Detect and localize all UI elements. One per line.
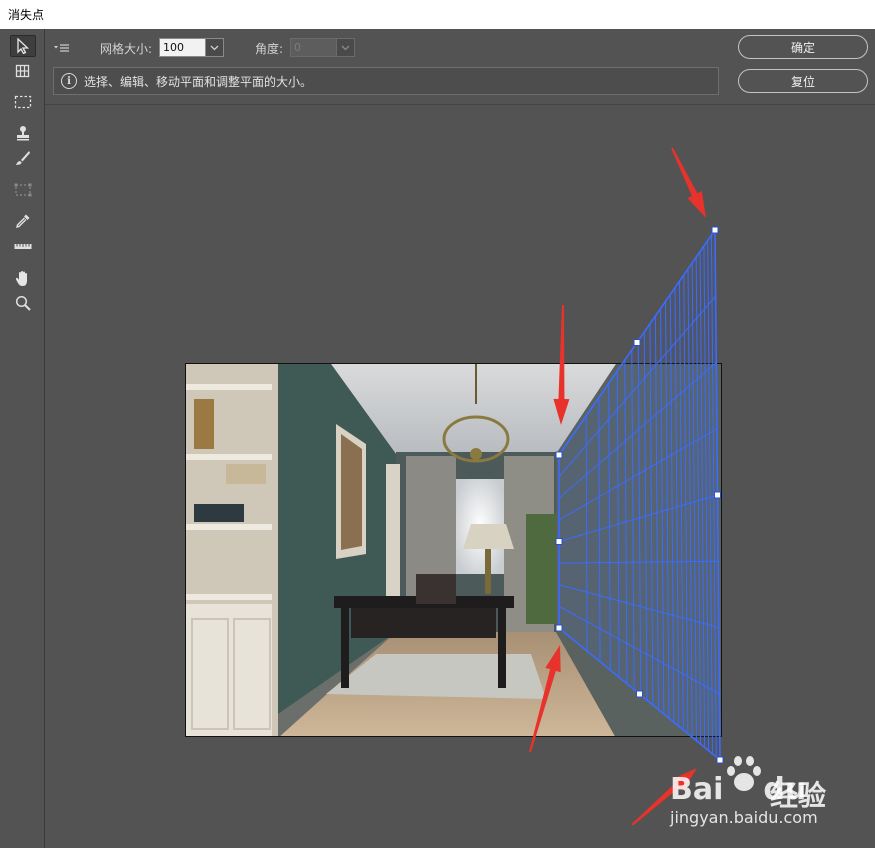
ruler-icon <box>14 244 32 249</box>
zoom-tool[interactable] <box>10 292 36 314</box>
angle-dropdown <box>337 38 355 57</box>
chevron-down-icon <box>210 45 219 50</box>
hand-icon <box>15 270 27 286</box>
panel-menu-icon[interactable] <box>53 41 71 55</box>
stamp-icon <box>17 126 29 141</box>
dashed-rect-icon <box>14 95 32 109</box>
transform-icon <box>14 183 32 197</box>
chevron-down-icon <box>341 45 350 50</box>
stamp-tool[interactable] <box>10 122 36 144</box>
reset-button[interactable]: 复位 <box>738 69 868 93</box>
eyedropper-icon <box>16 214 30 228</box>
room-photo[interactable] <box>185 363 722 737</box>
measure-tool[interactable] <box>10 235 36 257</box>
brush-icon <box>16 151 30 165</box>
edit-plane-tool[interactable] <box>10 35 36 57</box>
angle-input: 0 <box>290 38 337 57</box>
grid-size-combo[interactable]: 100 <box>159 38 224 57</box>
arrow-cursor-icon <box>17 38 30 54</box>
watermark-url: jingyan.baidu.com <box>670 808 818 827</box>
brush-tool[interactable] <box>10 147 36 169</box>
room-photo-image <box>186 364 721 736</box>
info-bar: i 选择、编辑、移动平面和调整平面的大小。 <box>53 67 719 95</box>
grid-size-dropdown[interactable] <box>206 38 224 57</box>
baidu-paw-icon <box>727 756 761 791</box>
ok-button[interactable]: 确定 <box>738 35 868 59</box>
hand-tool[interactable] <box>10 267 36 289</box>
zoom-icon <box>15 295 31 311</box>
grid-size-input[interactable]: 100 <box>159 38 206 57</box>
window-title: 消失点 <box>8 8 45 22</box>
angle-combo: 0 <box>290 38 355 57</box>
info-icon: i <box>61 73 77 89</box>
window-titlebar: 消失点 <box>0 0 875 29</box>
create-plane-tool[interactable] <box>10 60 36 82</box>
marquee-tool[interactable] <box>10 91 36 113</box>
eyedropper-tool[interactable] <box>10 210 36 232</box>
tool-panel <box>0 29 45 848</box>
baidu-watermark: Bai du 经验 jingyan.baidu.com <box>670 752 870 832</box>
grid-size-label: 网格大小: <box>100 42 153 56</box>
transform-tool[interactable] <box>10 179 36 201</box>
grid-plane-icon <box>15 64 30 78</box>
info-text: 选择、编辑、移动平面和调整平面的大小。 <box>84 74 313 89</box>
angle-label: 角度: <box>255 42 284 56</box>
